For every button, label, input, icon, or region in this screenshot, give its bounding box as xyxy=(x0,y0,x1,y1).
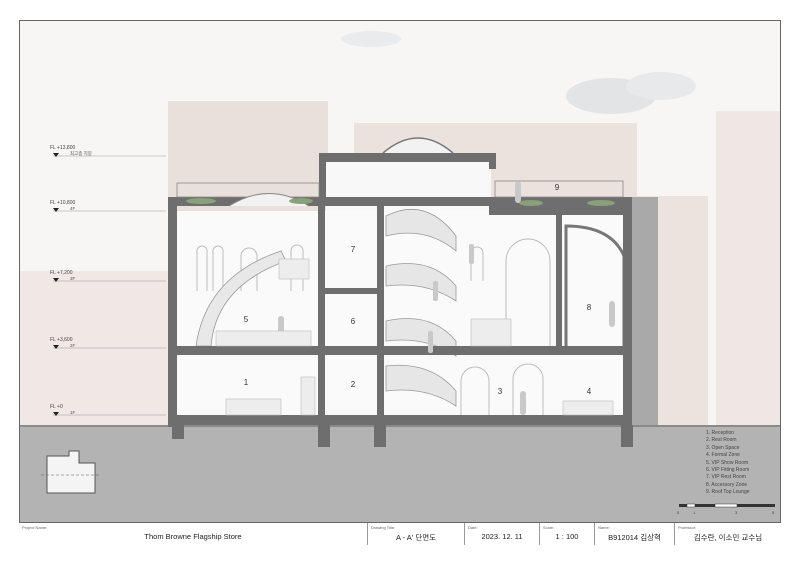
room-number: 2 xyxy=(350,380,356,389)
scale-tick: 1 xyxy=(693,510,696,515)
project-name: Thom Browne Flagship Store xyxy=(144,532,242,541)
level-label: FL +10,800 4F xyxy=(50,200,76,211)
level-label: FL +13,800 최고층 지붕 xyxy=(50,145,92,156)
level-label: FL +3,600 2F xyxy=(50,337,76,348)
drawing-title: A - A' 단면도 xyxy=(395,533,437,542)
drawing-title-cell: Drawing Title: A - A' 단면도 xyxy=(367,523,464,545)
scale-tick: 5 xyxy=(772,510,775,515)
level-label: FL +7,200 3F xyxy=(50,270,76,281)
level-label: FL +0 1F xyxy=(50,404,76,415)
scale-tick: 0 xyxy=(677,510,680,515)
scale-value: 1 : 100 xyxy=(555,532,579,541)
scale-cell: Scale: 1 : 100 xyxy=(539,523,594,545)
date-cell: Date: 2023. 12. 11 xyxy=(464,523,539,545)
drawing-sheet: FL +13,800 최고층 지붕 FL +10,800 4F FL +7,200 3… xyxy=(0,0,800,565)
student-name: B912014 김상혁 xyxy=(608,533,661,542)
scale-bar-labels: 0 1 3 5 xyxy=(676,502,776,522)
legend-item: 3. Open Space xyxy=(706,444,740,451)
date-value: 2023. 12. 11 xyxy=(481,532,523,541)
professor-label: Professor: xyxy=(678,525,697,530)
room-number: 4 xyxy=(586,387,592,396)
date-label: Date: xyxy=(468,525,478,530)
drawing-frame xyxy=(19,20,781,545)
facade-stone xyxy=(632,197,658,425)
room-number: 1 xyxy=(243,378,249,387)
legend-item: 9. Roof Top Lounge xyxy=(706,489,750,496)
name-label: Name: xyxy=(598,525,610,530)
section-drawing xyxy=(20,31,780,525)
room-number: 5 xyxy=(243,315,249,324)
scale-label: Scale: xyxy=(543,525,555,530)
legend-item: 5. VIP Show Room xyxy=(706,459,749,466)
professor-name: 김수란, 이소민 교수님 xyxy=(693,533,763,542)
cloud xyxy=(341,31,401,47)
legend-item: 4. Formal Zone xyxy=(706,452,740,459)
legend-item: 7. VIP Rest Room xyxy=(706,474,746,481)
room-number: 8 xyxy=(586,303,592,312)
room-legend: 1. Reception 2. Rest Room 3. Open Space … xyxy=(706,430,750,497)
room-number: 3 xyxy=(497,387,503,396)
professor-cell: Professor: 김수란, 이소민 교수님 xyxy=(674,523,781,545)
cloud xyxy=(626,72,696,100)
ground-line xyxy=(20,425,780,427)
title-block: Project Name: Thom Browne Flagship Store… xyxy=(19,522,781,545)
legend-item: 6. VIP Fitting Room xyxy=(706,467,750,474)
project-cell: Project Name: Thom Browne Flagship Store xyxy=(19,523,367,545)
legend-item: 1. Reception xyxy=(706,430,735,436)
background-building xyxy=(20,271,170,431)
room-number: 9 xyxy=(554,183,560,192)
legend-item: 8. Accessory Zone xyxy=(706,481,748,488)
drawing-title-label: Drawing Title: xyxy=(371,525,396,530)
background-building xyxy=(716,111,780,431)
scale-tick: 3 xyxy=(735,510,738,515)
legend-item: 2. Rest Room xyxy=(706,437,737,444)
room-number: 6 xyxy=(350,317,356,326)
room-number: 7 xyxy=(350,245,356,254)
name-cell: Name: B912014 김상혁 xyxy=(594,523,674,545)
project-label: Project Name: xyxy=(22,525,48,530)
ground xyxy=(20,425,780,525)
